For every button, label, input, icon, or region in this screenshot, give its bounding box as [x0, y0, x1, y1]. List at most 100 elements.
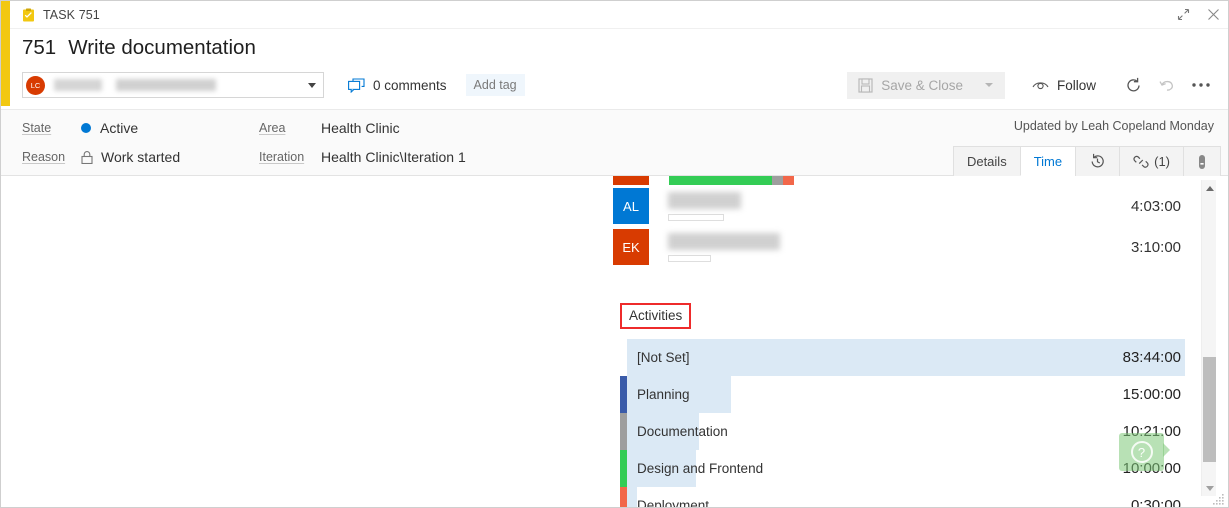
contributor-row[interactable]: EK 3:10:00	[613, 227, 1228, 267]
save-and-close-button[interactable]: Save & Close	[847, 71, 1005, 99]
reason-label: Reason	[22, 150, 66, 164]
window-titlebar: TASK 751	[1, 1, 1228, 29]
header-right-actions: Save & Close Follow	[847, 70, 1228, 100]
reason-field: Reason Work started	[22, 143, 259, 172]
save-icon	[858, 77, 873, 93]
contributor-time: 3:10:00	[1130, 238, 1181, 256]
contributor-details	[668, 191, 741, 221]
area-label: Area	[259, 121, 286, 135]
expand-button[interactable]	[1168, 1, 1198, 28]
contributor-partial-row-top	[613, 176, 1228, 185]
time-panel: AL 4:03:00 EK 3:10:00 Activities [Not Se…	[601, 176, 1228, 508]
titlebar-buttons	[1168, 1, 1228, 28]
refresh-button[interactable]	[1116, 70, 1150, 100]
link-icon	[1133, 155, 1149, 169]
reason-value-text: Work started	[101, 149, 181, 165]
state-value-text: Active	[100, 120, 139, 136]
page-title: 751 Write documentation	[22, 29, 1228, 60]
work-item-title[interactable]: Write documentation	[68, 36, 256, 60]
avatar: AL	[613, 188, 649, 224]
close-button[interactable]	[1198, 1, 1228, 28]
activity-row[interactable]: Planning 15:00:00	[613, 376, 1228, 413]
activity-time: 10:00:00	[1122, 460, 1181, 477]
resize-grip-icon[interactable]	[1213, 493, 1225, 505]
undo-button[interactable]	[1150, 70, 1184, 100]
activity-color-swatch	[620, 339, 627, 376]
avatar: LC	[26, 75, 45, 95]
iteration-label: Iteration	[259, 150, 305, 164]
activity-row[interactable]: Design and Frontend 10:00:00	[613, 450, 1228, 487]
state-dot-icon	[81, 123, 91, 133]
activity-name: Design and Frontend	[637, 461, 764, 476]
activities-list: [Not Set] 83:44:00 Planning 15:00:00 Doc…	[613, 339, 1228, 508]
vertical-scrollbar[interactable]	[1201, 180, 1216, 496]
state-reason-column: State Active Reason Work started	[1, 110, 259, 175]
contributor-bar	[668, 254, 711, 262]
activity-color-swatch	[620, 487, 627, 507]
activity-name: Planning	[637, 387, 690, 402]
iteration-field: Iteration Health Clinic\Iteration 1	[259, 143, 679, 172]
tab-time-label: Time	[1033, 153, 1063, 169]
activities-section-label: Activities	[620, 303, 692, 329]
tab-attachments[interactable]	[1183, 146, 1221, 176]
state-value[interactable]: Active	[81, 120, 138, 136]
work-item-type-accent-bar	[1, 1, 10, 106]
tab-details[interactable]: Details	[952, 146, 1021, 176]
contributor-name-redacted	[668, 191, 741, 209]
contributor-details	[668, 232, 780, 262]
work-item-info-band: State Active Reason Work started Area He…	[1, 109, 1228, 176]
activity-color-swatch	[620, 450, 627, 487]
tab-time[interactable]: Time	[1019, 146, 1077, 176]
activity-row[interactable]: Documentation 10:21:00	[613, 413, 1228, 450]
assignee-name-redacted	[54, 79, 302, 91]
scrollbar-thumb[interactable]	[1203, 357, 1216, 462]
comments-link[interactable]: 0 comments	[348, 78, 447, 93]
follow-label: Follow	[1056, 77, 1096, 93]
more-actions-button[interactable]	[1184, 70, 1218, 100]
save-and-close-label: Save & Close	[881, 77, 963, 93]
activity-name: Deployment	[637, 498, 710, 508]
activity-color-swatch	[620, 376, 627, 413]
activity-time: 10:21:00	[1122, 423, 1181, 440]
tab-details-label: Details	[966, 154, 1007, 169]
tab-links-count: (1)	[1154, 154, 1170, 169]
chevron-down-icon[interactable]	[308, 82, 316, 88]
chevron-down-icon[interactable]	[984, 83, 993, 87]
work-item-window: TASK 751 751 Write documentation LC 0 co…	[0, 0, 1229, 508]
bar-segment-orange	[783, 176, 794, 185]
activity-name: [Not Set]	[637, 350, 690, 365]
area-iteration-column: Area Health Clinic Iteration Health Clin…	[259, 110, 679, 175]
contributor-bar	[668, 213, 724, 221]
area-field: Area Health Clinic	[259, 114, 679, 143]
work-item-tabs: Details Time (1)	[952, 146, 1221, 176]
scroll-up-arrow[interactable]	[1202, 180, 1217, 196]
activity-bar	[620, 487, 637, 507]
contributor-row[interactable]: AL 4:03:00	[613, 186, 1228, 226]
eye-icon	[1032, 79, 1049, 91]
area-value[interactable]: Health Clinic	[321, 120, 400, 136]
activity-color-swatch	[620, 413, 627, 450]
iteration-value[interactable]: Health Clinic\Iteration 1	[321, 149, 466, 165]
task-clipboard-icon	[22, 8, 35, 22]
partial-avatar	[613, 176, 649, 185]
contributor-name-redacted	[668, 232, 780, 250]
lock-icon	[81, 150, 93, 164]
bar-segment-gray	[772, 176, 783, 185]
work-item-id: 751	[22, 36, 57, 59]
header-actions-row: LC 0 comments Add tag Save & Close Follo…	[22, 71, 1228, 99]
bar-segment-green	[669, 176, 772, 185]
tab-history[interactable]	[1075, 146, 1121, 176]
activity-row[interactable]: [Not Set] 83:44:00	[613, 339, 1228, 376]
assignee-field[interactable]: LC	[22, 72, 324, 98]
follow-button[interactable]: Follow	[1032, 78, 1096, 93]
state-label: State	[22, 121, 52, 135]
activity-name: Documentation	[637, 424, 728, 439]
window-title: TASK 751	[43, 7, 100, 22]
activity-time: 15:00:00	[1122, 386, 1181, 403]
comments-count-label: 0 comments	[373, 77, 447, 93]
reason-value[interactable]: Work started	[81, 149, 180, 165]
activity-bar	[620, 339, 1185, 376]
tab-links[interactable]: (1)	[1119, 146, 1184, 176]
activity-row[interactable]: Deployment 0:30:00	[613, 487, 1228, 508]
add-tag-button[interactable]: Add tag	[465, 74, 525, 96]
